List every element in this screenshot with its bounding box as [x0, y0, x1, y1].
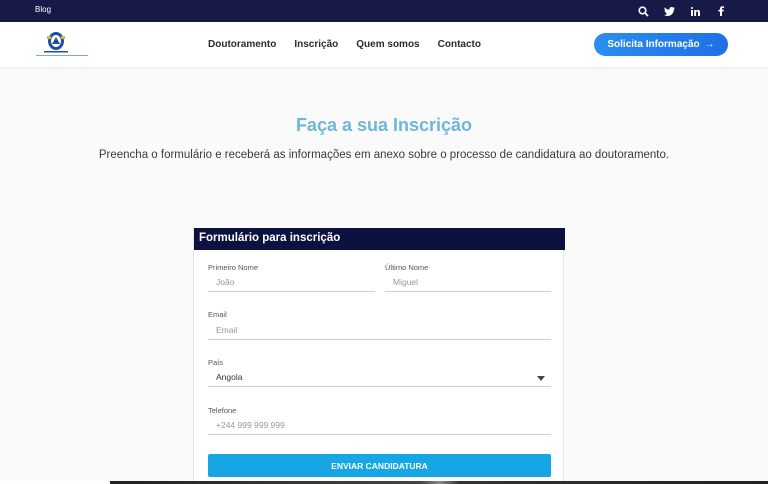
last-name-underline	[385, 291, 551, 292]
facebook-icon[interactable]	[714, 4, 728, 18]
email-field[interactable]: Email Email	[208, 310, 551, 340]
arrow-right-icon: →	[704, 39, 715, 50]
phone-input[interactable]: +244 999 999 999	[216, 420, 285, 430]
top-icons	[636, 4, 728, 18]
linkedin-icon[interactable]	[688, 4, 702, 18]
page-subtitle: Preencha o formulário e receberá as info…	[98, 149, 670, 161]
last-name-field[interactable]: Último Nome Miguel	[385, 263, 551, 293]
registration-form: Formulário para inscrição Primeiro Nome …	[193, 228, 565, 484]
chevron-down-icon[interactable]	[537, 376, 545, 381]
phone-underline	[208, 434, 551, 435]
first-name-underline	[208, 291, 375, 292]
enviar-candidatura-button[interactable]: ENVIAR CANDIDATURA	[208, 454, 551, 477]
nav-item-doutoramento[interactable]: Doutoramento	[208, 39, 276, 50]
nav-item-inscricao[interactable]: Inscrição	[294, 39, 338, 50]
last-name-input[interactable]: Miguel	[393, 277, 418, 287]
twitter-icon[interactable]	[662, 4, 676, 18]
top-bar: Blog	[0, 0, 768, 22]
country-select[interactable]: Angola	[216, 372, 242, 382]
solicita-informacao-button[interactable]: Solicita Informação →	[594, 33, 728, 56]
country-field[interactable]: País Angola	[208, 358, 551, 388]
phone-label: Telefone	[208, 406, 237, 415]
page-title: Faça a sua Inscrição	[295, 115, 473, 135]
country-label: País	[208, 358, 224, 367]
first-name-input[interactable]: João	[216, 277, 234, 287]
last-name-label: Último Nome	[385, 263, 429, 272]
country-underline	[208, 386, 551, 387]
blog-link[interactable]: Blog	[35, 5, 51, 14]
phone-field[interactable]: Telefone +244 999 999 999	[208, 406, 551, 436]
first-name-label: Primeiro Nome	[208, 263, 259, 272]
email-underline	[208, 339, 551, 340]
email-label: Email	[208, 310, 227, 319]
main-navbar: Doutoramento Inscrição Quem somos Contac…	[0, 22, 768, 67]
nav-menu: Doutoramento Inscrição Quem somos Contac…	[208, 39, 481, 50]
email-input[interactable]: Email	[216, 325, 237, 335]
nav-item-quem-somos[interactable]: Quem somos	[356, 39, 419, 50]
site-logo[interactable]	[34, 28, 90, 61]
search-icon[interactable]	[636, 4, 650, 18]
first-name-field[interactable]: Primeiro Nome João	[208, 263, 375, 293]
nav-item-contacto[interactable]: Contacto	[438, 39, 481, 50]
form-header: Formulário para inscrição	[194, 228, 565, 250]
cta-label: Solicita Informação	[607, 39, 700, 50]
